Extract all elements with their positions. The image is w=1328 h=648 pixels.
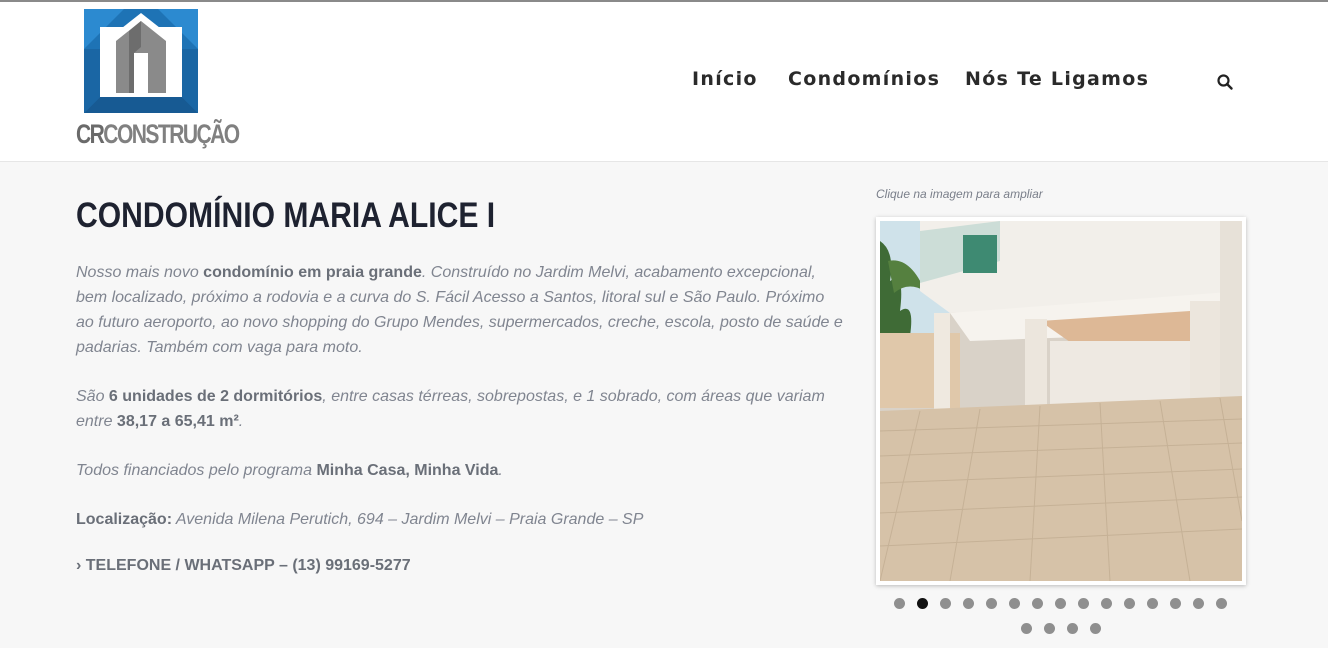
gallery-dot[interactable] [963,598,974,609]
gallery-dot[interactable] [1147,598,1158,609]
units-paragraph: São 6 unidades de 2 dormitórios, entre c… [76,388,825,430]
gallery-dot[interactable] [1044,623,1055,634]
phone-whatsapp-link[interactable]: › TELEFONE / WHATSAPP – (13) 99169-5277 [76,557,411,575]
gallery-dot[interactable] [1193,598,1204,609]
search-button[interactable] [1216,73,1234,91]
gallery-dot[interactable] [1032,598,1043,609]
gallery-dot[interactable] [1009,598,1020,609]
gallery-dot[interactable] [1021,623,1032,634]
nav-nos-te-ligamos[interactable]: Nós Te Ligamos [965,68,1149,90]
financing-paragraph: Todos financiados pelo programa Minha Ca… [76,462,503,479]
condominium-garage-photo [880,221,1242,581]
location-paragraph: Localização: Avenida Milena Perutich, 69… [76,511,644,528]
intro-paragraph: Nosso mais novo condomínio em praia gran… [76,264,843,356]
gallery-dot[interactable] [940,598,951,609]
search-icon [1217,74,1233,90]
gallery-caption: Clique na imagem para ampliar [876,187,1043,201]
site-logo[interactable]: CRCONSTRUÇÃO [76,9,240,151]
gallery-dot[interactable] [1055,598,1066,609]
gallery-dot[interactable] [1090,623,1101,634]
logo-wordmark: CRCONSTRUÇÃO [76,119,240,149]
nav-inicio[interactable]: Início [692,68,758,90]
gallery-dot[interactable] [1216,598,1227,609]
gallery-dot[interactable] [1170,598,1181,609]
gallery-dot[interactable] [986,598,997,609]
gallery-dot[interactable] [1067,623,1078,634]
gallery-dot[interactable] [894,598,905,609]
gallery-image[interactable] [876,217,1246,585]
gallery-dot[interactable] [1101,598,1112,609]
logo-house-icon [84,9,198,113]
gallery-dot[interactable] [1124,598,1135,609]
site-header: CRCONSTRUÇÃO Início Condomínios Nós Te L… [0,2,1328,162]
gallery-dot-active[interactable] [917,598,928,609]
gallery-dot[interactable] [1078,598,1089,609]
page-title: CONDOMÍNIO MARIA ALICE I [76,196,496,235]
gallery-pagination [876,597,1246,641]
nav-condominios[interactable]: Condomínios [788,68,940,90]
